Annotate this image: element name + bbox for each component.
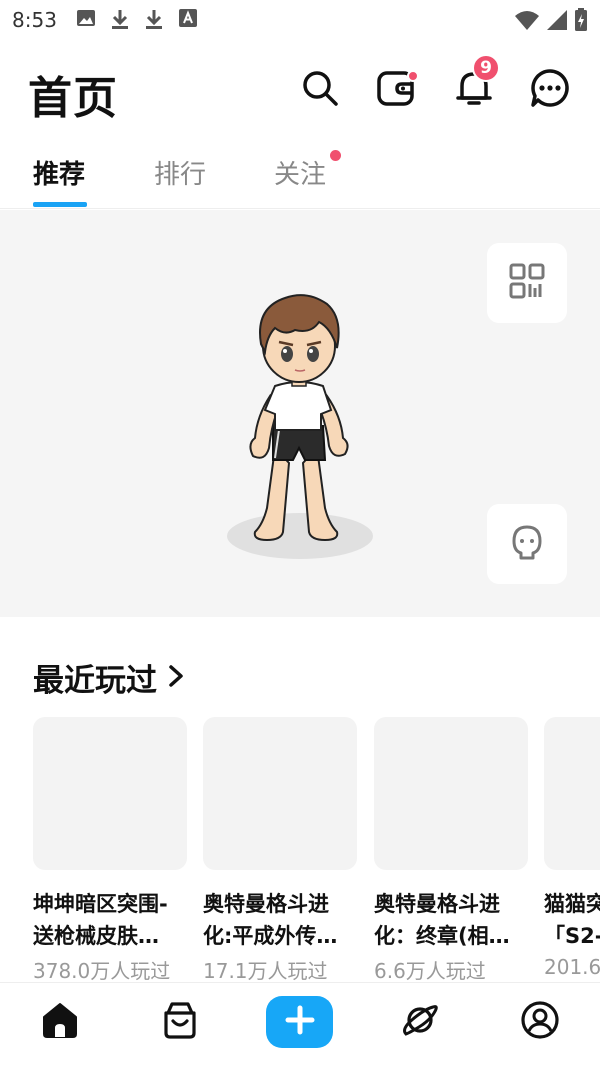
tab-ranking[interactable]: 排行 bbox=[154, 154, 206, 191]
home-icon bbox=[40, 1000, 80, 1044]
avatar-edit-button[interactable] bbox=[487, 504, 567, 584]
app-a-icon bbox=[178, 8, 198, 30]
active-tab-indicator bbox=[33, 202, 87, 207]
game-title-line2: 送枪械皮肤… bbox=[33, 924, 159, 948]
game-card[interactable]: 奥特曼格斗进 化:平成外传… 17.1万人玩过 bbox=[203, 717, 357, 982]
download-icon bbox=[144, 8, 164, 30]
chevron-right-icon bbox=[167, 660, 185, 696]
status-system-icons bbox=[514, 8, 588, 36]
game-thumbnail bbox=[374, 717, 528, 870]
header: 首页 9 bbox=[0, 50, 600, 130]
search-button[interactable] bbox=[298, 68, 342, 112]
qr-code-button[interactable] bbox=[487, 243, 567, 323]
game-play-count: 6.6万人玩过 bbox=[374, 959, 486, 982]
recent-section-header[interactable]: 最近玩过 bbox=[33, 655, 185, 700]
game-play-count: 378.0万人玩过 bbox=[33, 959, 171, 982]
status-time: 8:53 bbox=[12, 8, 57, 32]
game-title-line1: 坤坤暗区突围- bbox=[33, 892, 168, 916]
recent-games-list: 坤坤暗区突围- 送枪械皮肤… 378.0万人玩过 奥特曼格斗进 化:平成外传… … bbox=[33, 717, 600, 982]
messages-button[interactable] bbox=[528, 68, 572, 112]
following-new-dot bbox=[330, 150, 341, 161]
game-play-count: 17.1万人玩过 bbox=[203, 959, 328, 982]
status-bar: 8:53 bbox=[0, 0, 600, 40]
game-play-count: 201.6 bbox=[544, 955, 600, 979]
game-title-line1: 猫猫突 bbox=[544, 892, 600, 916]
game-thumbnail bbox=[33, 717, 187, 870]
recent-section-title: 最近玩过 bbox=[33, 663, 157, 699]
planet-icon bbox=[399, 999, 441, 1045]
avatar-face-icon bbox=[509, 523, 545, 565]
game-title-line2: 化:平成外传… bbox=[203, 924, 338, 948]
game-card[interactable]: 猫猫突 「S2- 201.6 bbox=[544, 717, 600, 979]
game-thumbnail bbox=[203, 717, 357, 870]
nav-home[interactable] bbox=[35, 997, 85, 1047]
qr-code-icon bbox=[508, 262, 546, 304]
create-button[interactable] bbox=[266, 996, 333, 1048]
notification-badge: 9 bbox=[472, 54, 500, 82]
notification-button[interactable]: 9 bbox=[452, 54, 500, 112]
page-title: 首页 bbox=[28, 73, 118, 124]
tab-bar: 推荐 排行 关注 bbox=[0, 148, 600, 209]
game-card[interactable]: 奥特曼格斗进 化：终章(相… 6.6万人玩过 bbox=[374, 717, 528, 982]
status-notification-icons bbox=[76, 8, 198, 30]
bottom-nav bbox=[0, 982, 600, 1066]
nav-shop[interactable] bbox=[155, 997, 205, 1047]
shop-bag-icon bbox=[160, 1000, 200, 1044]
search-icon bbox=[300, 68, 340, 112]
game-title-line2: 「S2- bbox=[544, 924, 600, 948]
battery-icon bbox=[574, 8, 588, 36]
wallet-new-dot bbox=[407, 70, 419, 82]
wallet-button[interactable] bbox=[374, 68, 419, 112]
wifi-icon bbox=[514, 9, 540, 35]
nav-explore[interactable] bbox=[395, 997, 445, 1047]
image-icon bbox=[76, 8, 96, 30]
chat-icon bbox=[530, 68, 570, 112]
avatar-stage[interactable] bbox=[0, 210, 600, 617]
game-title-line2: 化：终章(相… bbox=[374, 924, 510, 948]
game-card[interactable]: 坤坤暗区突围- 送枪械皮肤… 378.0万人玩过 bbox=[33, 717, 187, 982]
download-icon bbox=[110, 8, 130, 30]
game-title-line1: 奥特曼格斗进 bbox=[374, 892, 500, 916]
nav-profile[interactable] bbox=[515, 997, 565, 1047]
tab-recommend[interactable]: 推荐 bbox=[33, 154, 85, 191]
tab-following[interactable]: 关注 bbox=[274, 154, 326, 191]
character-avatar[interactable] bbox=[215, 288, 385, 568]
signal-icon bbox=[546, 9, 568, 35]
profile-icon bbox=[520, 1000, 560, 1044]
game-title-line1: 奥特曼格斗进 bbox=[203, 892, 329, 916]
plus-icon bbox=[285, 1005, 315, 1039]
game-thumbnail bbox=[544, 717, 600, 870]
